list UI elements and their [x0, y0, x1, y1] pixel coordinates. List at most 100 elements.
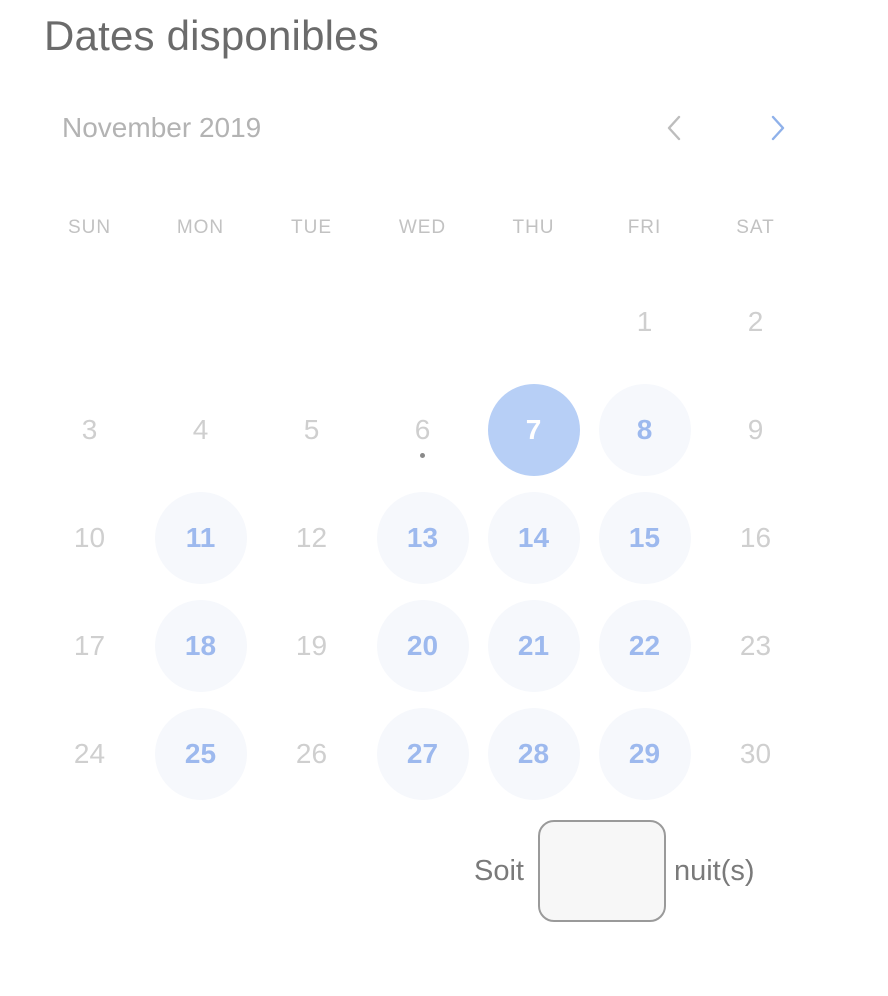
calendar-day-26: 26: [266, 708, 358, 800]
calendar-cell: [145, 268, 256, 376]
calendar-day-number: 19: [295, 630, 328, 661]
calendar-day-7-selected[interactable]: 7: [487, 384, 580, 476]
calendar-cell: 8: [589, 376, 700, 484]
calendar-day-25[interactable]: 25: [154, 708, 247, 800]
calendar-cell: 7: [478, 376, 589, 484]
calendar-weeks: 1 2 3 4 5 6 7 8 9 10 11 12 13 14 15 16 17 18 19 20 21 22 23 24 2…: [34, 268, 811, 808]
calendar-cell: [367, 268, 478, 376]
calendar-week-row: 17 18 19 20 21 22 23: [34, 592, 811, 700]
calendar-day-17: 17: [44, 600, 136, 692]
calendar-day-number: 12: [295, 522, 328, 553]
calendar-day-16: 16: [710, 492, 802, 584]
calendar-day-number: 2: [747, 306, 764, 337]
calendar-day-number: 21: [517, 630, 550, 661]
calendar-cell: 14: [478, 484, 589, 592]
chevron-left-icon: [667, 115, 681, 141]
calendar-day-number: 5: [303, 414, 320, 445]
calendar-cell: 12: [256, 484, 367, 592]
weekday-header: SUN MON TUE WED THU FRI SAT: [34, 200, 811, 256]
calendar-cell: 16: [700, 484, 811, 592]
calendar-week-row: 3 4 5 6 7 8 9: [34, 376, 811, 484]
calendar-cell: 21: [478, 592, 589, 700]
calendar-day-number: 11: [185, 522, 216, 553]
calendar-day-number: 27: [406, 738, 439, 769]
calendar-day-number: 16: [739, 522, 772, 553]
calendar-cell: 22: [589, 592, 700, 700]
weekday-label: SUN: [67, 217, 112, 238]
calendar-day-28[interactable]: 28: [487, 708, 580, 800]
calendar-day-13[interactable]: 13: [376, 492, 469, 584]
calendar-day-number: 20: [406, 630, 439, 661]
calendar-cell: 13: [367, 484, 478, 592]
calendar-day-12: 12: [266, 492, 358, 584]
calendar-cell: 2: [700, 268, 811, 376]
calendar-day-6: 6: [377, 384, 469, 476]
calendar-cell: 4: [145, 376, 256, 484]
calendar-cell: 18: [145, 592, 256, 700]
weekday-label: TUE: [291, 217, 332, 238]
calendar-day-number: 6: [414, 414, 431, 445]
nights-input[interactable]: [537, 820, 666, 922]
calendar-day-number: 8: [636, 414, 653, 445]
weekday-label: THU: [512, 217, 555, 238]
nights-prefix-label: Soit: [474, 854, 524, 887]
calendar-day-11[interactable]: 11: [154, 492, 247, 584]
calendar-day-8[interactable]: 8: [598, 384, 691, 476]
calendar-week-row: 10 11 12 13 14 15 16: [34, 484, 811, 592]
month-label: November 2019: [62, 112, 262, 143]
calendar-day-22[interactable]: 22: [598, 600, 691, 692]
calendar-cell: 15: [589, 484, 700, 592]
calendar-day-1: 1: [599, 276, 691, 368]
calendar-day-number: 3: [81, 414, 98, 445]
calendar-day-24: 24: [44, 708, 136, 800]
calendar-cell: 11: [145, 484, 256, 592]
calendar-cell: 6: [367, 376, 478, 484]
calendar-day-2: 2: [710, 276, 802, 368]
calendar-cell: 5: [256, 376, 367, 484]
calendar-cell: 24: [34, 700, 145, 808]
calendar-cell: 29: [589, 700, 700, 808]
calendar-day-30: 30: [710, 708, 802, 800]
calendar-cell: 27: [367, 700, 478, 808]
calendar-day-number: 28: [517, 738, 550, 769]
calendar-day-number: 25: [184, 738, 217, 769]
calendar-day-21[interactable]: 21: [487, 600, 580, 692]
calendar-cell: 17: [34, 592, 145, 700]
calendar-day-27[interactable]: 27: [376, 708, 469, 800]
nights-suffix-label: nuit(s): [673, 854, 755, 887]
nights-row: Soit nuit(s): [474, 818, 755, 924]
calendar-cell: 25: [145, 700, 256, 808]
calendar-day-number: 15: [628, 522, 661, 553]
calendar-cell: 28: [478, 700, 589, 808]
calendar-day-number: 18: [184, 630, 217, 661]
calendar-day-number: 9: [747, 414, 764, 445]
calendar-cell: 23: [700, 592, 811, 700]
calendar-day-number: 13: [406, 522, 439, 553]
calendar-day-number: 10: [73, 522, 106, 553]
calendar-cell: 3: [34, 376, 145, 484]
calendar-day-number: 22: [628, 630, 661, 661]
calendar-cell: [478, 268, 589, 376]
calendar-day-number: 29: [628, 738, 661, 769]
calendar-day-15[interactable]: 15: [598, 492, 691, 584]
calendar-day-29[interactable]: 29: [598, 708, 691, 800]
calendar-cell: 9: [700, 376, 811, 484]
calendar-day-20[interactable]: 20: [376, 600, 469, 692]
calendar-day-23: 23: [710, 600, 802, 692]
chevron-right-icon: [771, 115, 785, 141]
calendar-day-number: 14: [517, 522, 550, 553]
page-title: Dates disponibles: [44, 12, 379, 59]
calendar-day-18[interactable]: 18: [154, 600, 247, 692]
weekday-label: WED: [398, 217, 447, 238]
calendar-day-9: 9: [710, 384, 802, 476]
calendar-day-number: 26: [295, 738, 328, 769]
prev-month-button[interactable]: [650, 104, 698, 152]
next-month-button[interactable]: [754, 104, 802, 152]
calendar-day-number: 1: [636, 306, 653, 337]
calendar-week-row: 12: [34, 268, 811, 376]
calendar-day-number: 4: [192, 414, 209, 445]
calendar-day-14[interactable]: 14: [487, 492, 580, 584]
calendar-day-3: 3: [44, 384, 136, 476]
calendar-grid: SUN MON TUE WED THU FRI SAT 1 2 3 4 5 6 7 8 9 10 1…: [34, 200, 811, 808]
availability-panel: Dates disponibles November 2019 SUN MON …: [0, 0, 888, 996]
